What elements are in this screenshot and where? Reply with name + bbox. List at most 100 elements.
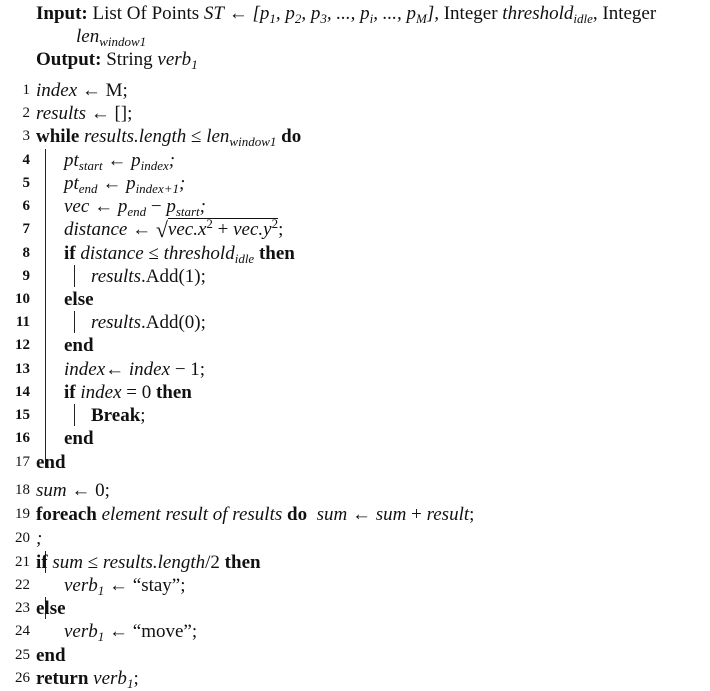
else-block-bar-1 xyxy=(74,311,75,333)
var-len-window: lenwindow1 xyxy=(206,126,277,149)
var-distance: distance xyxy=(80,243,144,264)
var-index: index xyxy=(64,359,106,380)
expr: results.length xyxy=(84,126,187,147)
keyword-end: end xyxy=(64,335,94,356)
arrow: ← xyxy=(102,173,122,194)
var-index: index xyxy=(36,80,78,101)
keyword-break: Break xyxy=(91,405,141,426)
keyword-return: return xyxy=(36,668,89,689)
var-results: results xyxy=(91,266,141,287)
keyword-else: else xyxy=(36,598,66,619)
var-results: results xyxy=(91,312,141,333)
arrow: ← xyxy=(94,196,114,217)
keyword-end: end xyxy=(64,428,94,449)
line-number: 9 xyxy=(22,268,31,284)
while-block-bar xyxy=(45,149,46,467)
arrow: ← xyxy=(107,150,127,171)
assign-move: ← “move”; xyxy=(109,621,198,642)
len-window-var: lenwindow1 xyxy=(76,26,147,49)
line-number: 3 xyxy=(22,128,31,144)
var-p-end: pend xyxy=(117,196,147,219)
output-line: Output: String verb1 xyxy=(36,48,706,71)
input-text: List Of Points xyxy=(92,3,200,24)
arrow: ← xyxy=(132,219,152,240)
method-call: .Add(0); xyxy=(140,312,206,333)
var-threshold-idle: thresholdidle xyxy=(163,243,255,266)
verb-var: verb1 xyxy=(157,49,198,72)
algorithm-header: Input: List Of Points ST ← [p1, p2, p3, … xyxy=(36,2,706,71)
semicolon: ; xyxy=(133,668,139,689)
foreach-clause: element result of results xyxy=(101,504,283,525)
line-number: 23 xyxy=(15,600,30,616)
line-number: 15 xyxy=(15,407,30,423)
keyword-else: else xyxy=(64,289,94,310)
line-number: 17 xyxy=(15,454,30,470)
line-number: 14 xyxy=(15,384,30,400)
var-pt-start: ptstart xyxy=(64,150,103,173)
var-pt-end: ptend xyxy=(64,173,98,196)
line-number: 20 xyxy=(15,530,30,546)
method-call: .Add(1); xyxy=(140,266,206,287)
decrement-expr: − 1; xyxy=(174,359,206,380)
keyword-if: if xyxy=(64,382,76,403)
var-p-index: pindex; xyxy=(131,150,176,173)
arrow: ← xyxy=(105,359,125,380)
keyword-if: if xyxy=(64,243,76,264)
keyword-do: do xyxy=(281,126,302,147)
semicolon: ; xyxy=(140,405,146,426)
assign-expr: ← []; xyxy=(90,103,133,124)
if-block-bar-1 xyxy=(74,265,75,287)
op-plus: + xyxy=(411,504,422,525)
output-text: String xyxy=(106,49,153,70)
var-verb1: verb1 xyxy=(64,621,105,644)
line-number: 25 xyxy=(15,647,30,663)
var-sum: sum xyxy=(375,504,407,525)
divide-two: /2 xyxy=(205,552,220,573)
keyword-do: do xyxy=(287,504,308,525)
output-label: Output: xyxy=(36,49,102,70)
keyword-foreach: foreach xyxy=(36,504,97,525)
keyword-then: then xyxy=(258,243,295,264)
var-vec: vec xyxy=(64,196,90,217)
keyword-then: then xyxy=(224,552,261,573)
arrow-symbol: ← xyxy=(228,3,248,24)
line-number: 12 xyxy=(15,337,30,353)
line-number: 26 xyxy=(15,670,30,686)
points-list: [p1, p2, p3, ..., pi, ..., pM], xyxy=(252,3,439,26)
assign-stay: ← “stay”; xyxy=(109,575,186,596)
line-number: 18 xyxy=(15,482,30,498)
assign-expr: ← M; xyxy=(81,80,128,101)
line-number: 11 xyxy=(15,314,30,330)
keyword-while: while xyxy=(36,126,80,147)
var-p-start: pstart; xyxy=(166,196,206,219)
keyword-end: end xyxy=(36,452,66,473)
keyword-then: then xyxy=(155,382,192,403)
op-leq: ≤ xyxy=(87,552,99,573)
semicolon: ; xyxy=(469,504,475,525)
var-sum: sum xyxy=(36,480,67,501)
sqrt-icon: √ xyxy=(155,217,168,242)
line-number: 4 xyxy=(22,152,31,168)
threshold-var: thresholdidle xyxy=(502,3,593,26)
var-verb1: verb1 xyxy=(64,575,105,598)
semicolon: ; xyxy=(36,528,43,549)
var-sum: sum xyxy=(316,504,348,525)
var-index: index xyxy=(80,382,122,403)
equals-zero: = 0 xyxy=(126,382,152,403)
var-distance: distance xyxy=(64,219,128,240)
line-number: 13 xyxy=(15,361,30,377)
semicolon: ; xyxy=(278,219,284,240)
var-p-index-plus-1: pindex+1; xyxy=(126,173,186,196)
keyword-if: if xyxy=(36,552,48,573)
line-number: 5 xyxy=(22,175,31,191)
var-results: results xyxy=(36,103,86,124)
op-minus: − xyxy=(150,196,162,217)
arrow: ← xyxy=(351,504,371,525)
line-number: 19 xyxy=(15,506,30,522)
var-index: index xyxy=(128,359,171,380)
line-number: 1 xyxy=(22,82,31,98)
op-leq: ≤ xyxy=(191,126,202,147)
var-results-length: results.length xyxy=(102,552,206,573)
input-text-integer-2: Integer xyxy=(602,3,657,24)
line-number: 6 xyxy=(22,198,31,214)
